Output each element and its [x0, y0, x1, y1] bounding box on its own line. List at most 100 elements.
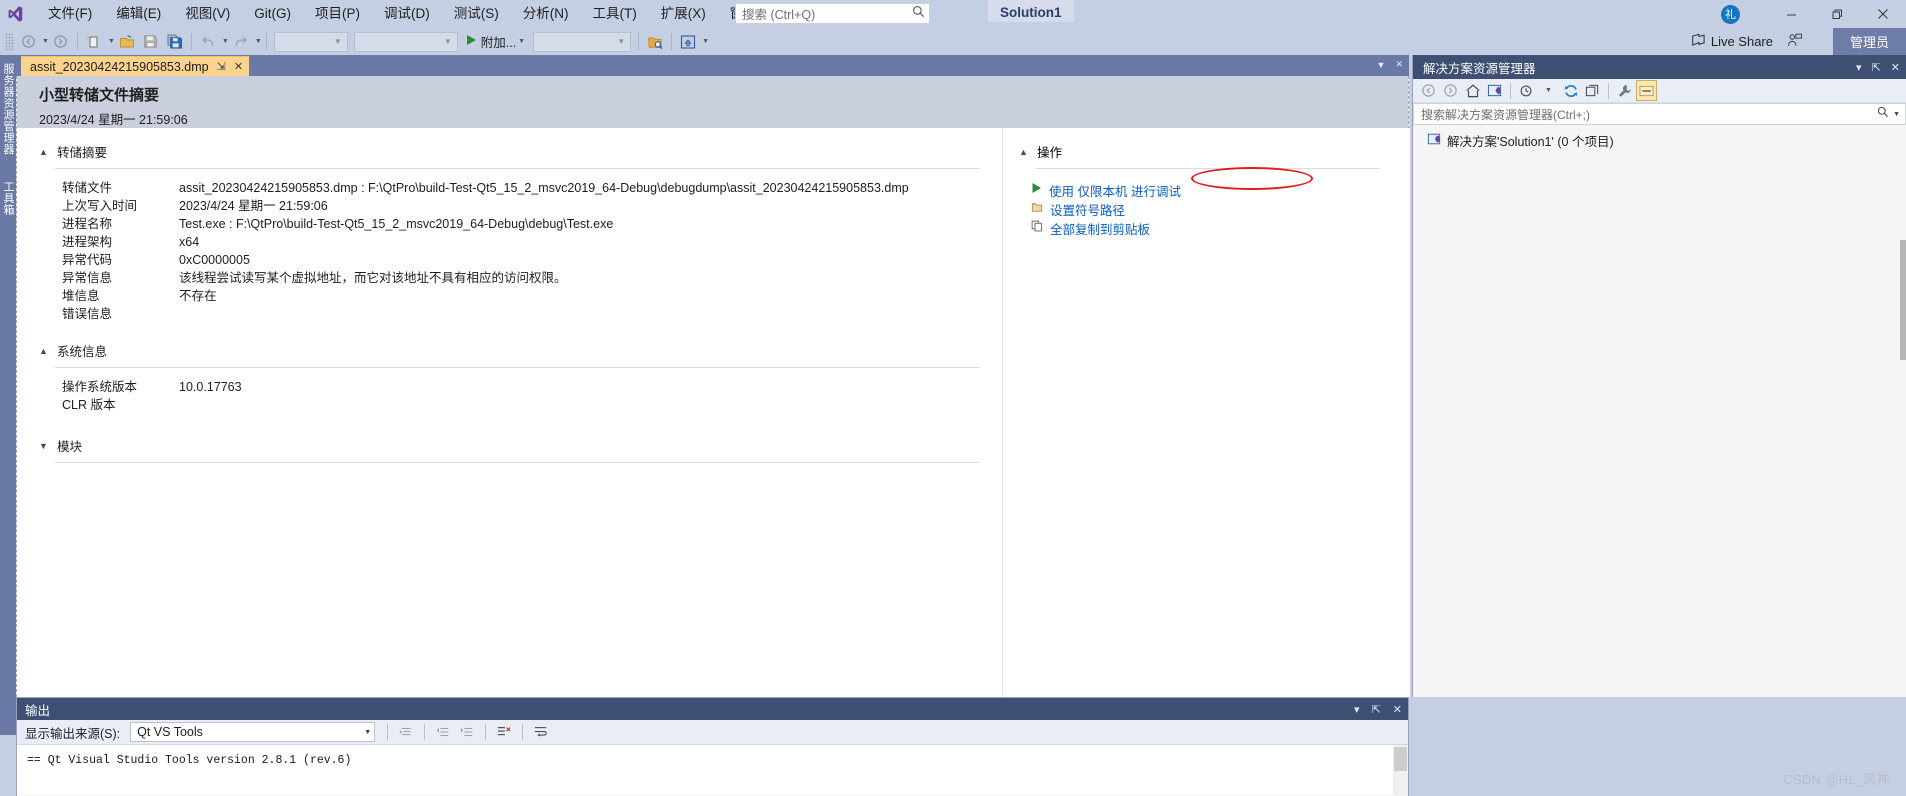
search-options-dropdown-icon[interactable]: ▼ [1893, 111, 1900, 118]
dump-summary-document: 小型转储文件摘要 2023/4/24 星期一 21:59:06 ▲ 转储摘要 转… [16, 76, 1410, 697]
toolbar-grip[interactable] [5, 32, 14, 51]
admin-badge: 管理员 [1833, 28, 1906, 55]
live-share-button[interactable]: Live Share [1691, 31, 1773, 52]
tree-node-solution[interactable]: 解决方案'Solution1' (0 个项目) [1421, 131, 1906, 150]
action-debug-native-only[interactable]: 使用 仅限本机 进行调试 [1031, 181, 1410, 199]
platform-combo[interactable]: ▼ [353, 31, 458, 52]
active-files-dropdown-icon[interactable]: ▼ [1377, 60, 1386, 70]
clear-all-icon[interactable] [494, 722, 514, 742]
feedback-icon[interactable] [1787, 33, 1802, 53]
open-file-icon[interactable] [116, 31, 138, 53]
vtab-server-explorer[interactable]: 服务器资源管理器 [0, 59, 16, 159]
copy-icon [1031, 219, 1043, 237]
section-title: 转储摘要 [57, 146, 108, 160]
close-button[interactable] [1860, 0, 1906, 28]
output-source-select[interactable]: Qt VS Tools ▼ [130, 722, 376, 742]
menu-item-tools[interactable]: 工具(T) [581, 2, 649, 26]
quick-launch-search[interactable]: 搜索 (Ctrl+Q) [735, 3, 930, 24]
new-project-dropdown-icon[interactable]: ▼ [108, 38, 115, 45]
menu-item-git[interactable]: Git(G) [242, 2, 303, 26]
configuration-combo[interactable]: ▼ [273, 31, 348, 52]
solution-icon[interactable] [1484, 80, 1505, 101]
chevron-down-icon[interactable]: ▾ [1856, 61, 1862, 74]
solution-explorer-search-input[interactable]: 搜索解决方案资源管理器(Ctrl+;) ▼ [1413, 103, 1906, 125]
prev-message-icon[interactable] [433, 722, 453, 742]
save-all-icon[interactable] [164, 31, 186, 53]
section-header-actions[interactable]: ▲ 操作 [1003, 142, 1410, 161]
minimize-button[interactable] [1768, 0, 1814, 28]
menu-item-test[interactable]: 测试(S) [442, 2, 511, 26]
next-message-icon[interactable] [457, 722, 477, 742]
toggle-wrap-icon[interactable] [531, 722, 551, 742]
process-combo[interactable]: ▼ [533, 31, 632, 52]
home-icon[interactable] [1462, 80, 1483, 101]
home-preview-icon[interactable] [677, 31, 699, 53]
chevron-down-icon: ▼ [39, 440, 48, 451]
navigate-forward-icon[interactable] [50, 31, 72, 53]
menu-item-extensions[interactable]: 扩展(X) [649, 2, 718, 26]
vtab-toolbox[interactable]: 工具箱 [0, 177, 16, 220]
close-icon[interactable]: ✕ [234, 60, 243, 73]
menu-item-edit[interactable]: 编辑(E) [104, 2, 173, 26]
output-text-area[interactable]: == Qt Visual Studio Tools version 2.8.1 … [17, 745, 1408, 795]
undo-dropdown-icon[interactable]: ▼ [222, 38, 229, 45]
table-row: 错误信息 [17, 305, 1002, 323]
pending-changes-icon[interactable] [1516, 80, 1537, 101]
section-header-modules[interactable]: ▼ 模块 [17, 436, 1002, 455]
attach-button[interactable]: 附加... ▼ [461, 31, 530, 53]
chevron-down-icon[interactable]: ▾ [1354, 703, 1360, 716]
document-tab-dump[interactable]: assit_20230424215905853.dmp ⇲ ✕ [21, 56, 250, 76]
global-scrollbar-thumb[interactable] [1900, 240, 1906, 360]
output-scrollbar-thumb[interactable] [1394, 747, 1407, 771]
watermark: CSDN @HL_风神 [1783, 772, 1890, 787]
section-header-system-info[interactable]: ▲ 系统信息 [17, 341, 1002, 360]
actions-pane: ▲ 操作 使用 仅限本机 进行调试 设置符号路径 全部复制到剪贴板 [1002, 128, 1410, 697]
new-project-icon[interactable] [83, 31, 105, 53]
goto-message-icon[interactable] [396, 722, 416, 742]
table-row: 上次写入时间 2023/4/24 星期一 21:59:06 [17, 197, 1002, 215]
menu-item-view[interactable]: 视图(V) [173, 2, 242, 26]
action-set-symbol-path[interactable]: 设置符号路径 [1031, 200, 1410, 218]
output-scrollbar[interactable] [1393, 745, 1408, 795]
pin-icon[interactable]: ⇲ [217, 60, 226, 73]
pin-icon[interactable]: ⇱ [1872, 61, 1881, 74]
chevron-down-icon[interactable]: ▼ [364, 729, 371, 736]
collapse-all-icon[interactable] [1582, 80, 1603, 101]
navigate-back-icon[interactable] [17, 31, 39, 53]
menu-item-file[interactable]: 文件(F) [36, 2, 104, 26]
menu-item-debug[interactable]: 调试(D) [372, 2, 442, 26]
redo-icon[interactable] [230, 31, 252, 53]
chevron-down-icon[interactable]: ▼ [1538, 80, 1559, 101]
toolbar-overflow-icon[interactable]: ▼ [702, 38, 709, 45]
refresh-icon[interactable] [1560, 80, 1581, 101]
account-avatar[interactable]: 礼 [1721, 4, 1740, 24]
navigate-back-dropdown-icon[interactable]: ▼ [42, 38, 49, 45]
forward-icon[interactable] [1440, 80, 1461, 101]
visual-studio-logo-icon [0, 0, 30, 28]
toolbar-separator [76, 33, 78, 50]
properties-icon[interactable] [1614, 80, 1635, 101]
section-header-dump-summary[interactable]: ▲ 转储摘要 [17, 142, 1002, 161]
restore-button[interactable] [1814, 0, 1860, 28]
save-icon[interactable] [140, 31, 162, 53]
search-icon[interactable] [1877, 105, 1889, 123]
table-row: 进程名称 Test.exe : F:\QtPro\build-Test-Qt5_… [17, 215, 1002, 233]
find-in-files-icon[interactable] [644, 31, 666, 53]
undo-icon[interactable] [197, 31, 219, 53]
attach-dropdown-icon[interactable]: ▼ [518, 38, 525, 45]
menu-item-analyze[interactable]: 分析(N) [511, 2, 581, 26]
show-all-files-icon[interactable] [1636, 80, 1657, 101]
close-icon[interactable]: ✕ [1891, 61, 1900, 74]
close-icon[interactable]: ✕ [1393, 703, 1402, 716]
pin-icon[interactable]: ⇱ [1372, 703, 1381, 716]
menu-item-project[interactable]: 项目(P) [303, 2, 372, 26]
window-controls: 礼 [1721, 0, 1906, 28]
back-icon[interactable] [1418, 80, 1439, 101]
row-key: 堆信息 [62, 289, 100, 303]
redo-dropdown-icon[interactable]: ▼ [255, 38, 262, 45]
document-group-close-icon[interactable]: ✕ [1395, 59, 1403, 70]
chevron-up-icon: ▲ [39, 146, 48, 157]
actions-list: 使用 仅限本机 进行调试 设置符号路径 全部复制到剪贴板 [1003, 181, 1410, 237]
output-title-bar: 输出 ▾ ⇱ ✕ [17, 698, 1408, 720]
action-copy-all-to-clipboard[interactable]: 全部复制到剪贴板 [1031, 219, 1410, 237]
